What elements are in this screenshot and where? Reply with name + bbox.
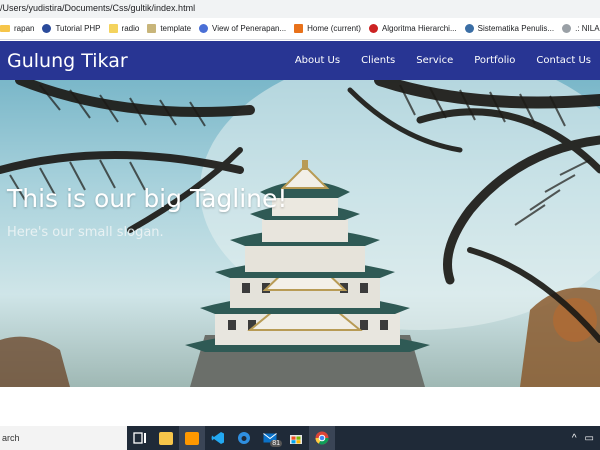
hero-banner: This is our big Tagline! Here's our smal… (0, 80, 600, 387)
mail-badge: 81 (270, 440, 282, 447)
bookmark-label: View of Penerapan... (212, 24, 287, 33)
bookmark-5[interactable]: Home (current) (294, 24, 361, 33)
search-text: arch (2, 433, 20, 443)
bookmark-2[interactable]: radio (108, 24, 140, 33)
folder-icon (159, 431, 173, 445)
bookmark-1[interactable]: Tutorial PHP (42, 24, 101, 33)
taskbar: arch 81 ^ ▭ (0, 426, 600, 450)
bookmark-label: Home (current) (307, 24, 361, 33)
content-area (0, 387, 600, 426)
bookmark-label: Algoritma Hierarchi... (381, 24, 457, 33)
nav-about-us[interactable]: About Us (295, 55, 340, 66)
info-icon (368, 24, 378, 33)
nav-menu: About Us Clients Service Portfolio Conta… (274, 55, 591, 66)
chrome-button[interactable] (309, 426, 335, 450)
vscode-button[interactable] (205, 426, 231, 450)
globe-icon (562, 24, 572, 33)
sublime-text-button[interactable] (179, 426, 205, 450)
edge-button[interactable] (231, 426, 257, 450)
bookmark-label: rapan (14, 24, 35, 33)
bookmark-7[interactable]: Sistematika Penulis... (464, 24, 555, 33)
task-view-icon (133, 432, 146, 444)
chevron-up-icon[interactable]: ^ (572, 433, 577, 444)
nav-contact-us[interactable]: Contact Us (536, 55, 591, 66)
bookmark-label: template (160, 24, 192, 33)
home-icon (294, 24, 304, 33)
brand-logo[interactable]: Gulung Tikar (7, 50, 128, 72)
nav-clients[interactable]: Clients (361, 55, 395, 66)
bookmark-8[interactable]: .: NILAI MAH (562, 24, 600, 33)
bookmark-label: radio (121, 24, 140, 33)
edge-icon (238, 432, 250, 444)
bookmark-label: .: NILAI MAH (575, 24, 600, 33)
chrome-icon (315, 431, 329, 445)
wordpress-icon (464, 24, 474, 33)
template-icon (147, 24, 157, 33)
nav-portfolio[interactable]: Portfolio (474, 55, 515, 66)
task-view-button[interactable] (127, 426, 153, 450)
url-text: /Users/yudistira/Documents/Css/gultik/in… (0, 3, 196, 13)
mail-button[interactable]: 81 (257, 426, 283, 450)
hero-slogan: Here's our small slogan. (7, 225, 164, 240)
sublime-text-icon (185, 431, 199, 445)
bookmark-label: Tutorial PHP (55, 24, 101, 33)
bookmark-0[interactable]: rapan (0, 24, 34, 33)
nav-service[interactable]: Service (416, 55, 453, 66)
vscode-icon (211, 432, 224, 444)
bookmarks-bar: rapan Tutorial PHP radio template View o… (0, 18, 600, 40)
hero-tagline: This is our big Tagline! (7, 184, 288, 213)
store-icon (290, 435, 302, 444)
bookmark-label: Sistematika Penulis... (477, 24, 555, 33)
website: Gulung Tikar About Us Clients Service Po… (0, 41, 600, 426)
radio-icon (108, 24, 118, 33)
file-explorer-button[interactable] (153, 426, 179, 450)
bookmark-6[interactable]: Algoritma Hierarchi... (368, 24, 457, 33)
bookmark-4[interactable]: View of Penerapan... (199, 24, 286, 33)
navbar: Gulung Tikar About Us Clients Service Po… (0, 41, 600, 80)
taskbar-search-box[interactable]: arch (0, 426, 127, 450)
store-button[interactable] (283, 426, 309, 450)
address-bar[interactable]: /Users/yudistira/Documents/Css/gultik/in… (0, 0, 600, 18)
folder-icon (0, 25, 10, 32)
system-tray: ^ ▭ (564, 433, 600, 444)
document-icon (199, 24, 209, 33)
network-icon[interactable]: ▭ (585, 433, 594, 444)
php-icon (42, 24, 52, 33)
bookmark-3[interactable]: template (147, 24, 191, 33)
